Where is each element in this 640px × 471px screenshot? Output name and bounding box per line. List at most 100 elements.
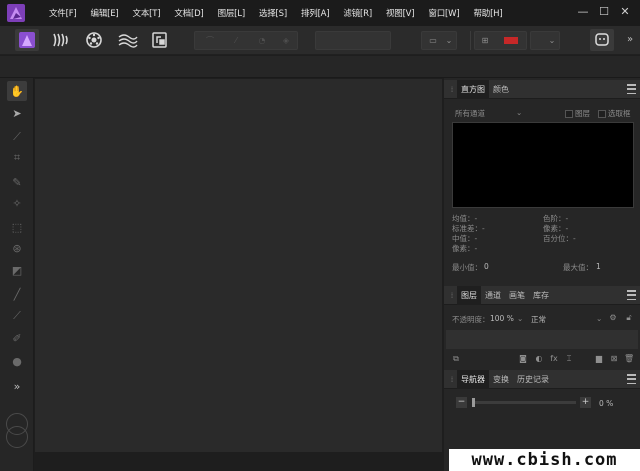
move-tool-icon[interactable]: ➤ <box>7 103 27 123</box>
menu-layer[interactable]: 图层[L] <box>211 7 252 19</box>
canvas-area[interactable] <box>35 79 442 452</box>
watermark-text: www.cbish.com <box>449 449 640 471</box>
flood-select-tool-icon[interactable]: ✧ <box>7 193 27 213</box>
live-filter-icon[interactable]: fx <box>549 354 559 364</box>
lock-icon[interactable]: 🔓︎ <box>624 313 634 323</box>
layer-list[interactable] <box>446 330 638 349</box>
tab-layers[interactable]: 图层 <box>457 285 481 305</box>
zoom-slider-handle[interactable] <box>472 398 475 407</box>
add-layer-icon[interactable]: ⊠ <box>609 354 619 364</box>
marquee-tool-icon[interactable]: ⬚ <box>7 217 27 237</box>
affinity-photo-logo-icon[interactable] <box>7 4 25 22</box>
dodge-brush-tool-icon[interactable]: ✐ <box>7 328 27 348</box>
tools-overflow-icon[interactable]: » <box>7 376 27 396</box>
arrange-layers-icon[interactable]: ⧉ <box>451 354 461 364</box>
toolbar-separator <box>470 31 471 50</box>
blend-mode-select[interactable]: 正常 <box>531 314 546 325</box>
clone-brush-tool-icon[interactable]: ● <box>7 351 27 371</box>
tab-histogram[interactable]: 直方图 <box>457 79 489 99</box>
navigator-panel-header: ⁞ 导航器 变换 历史记录 <box>444 369 640 389</box>
chevron-down-icon: ⌄ <box>445 36 453 45</box>
chevron-down-icon: ⌄ <box>548 36 556 45</box>
develop-persona-button[interactable] <box>82 29 106 51</box>
menu-window[interactable]: 窗口[W] <box>421 7 466 19</box>
adjustment-layer-icon[interactable]: ◐ <box>534 354 544 364</box>
tab-color[interactable]: 颜色 <box>489 80 513 99</box>
color-swatch-icon <box>504 37 518 44</box>
layer-checkbox[interactable] <box>565 110 573 118</box>
folder-icon[interactable]: ▆ <box>594 354 604 364</box>
opacity-value[interactable]: 100 % <box>490 314 514 323</box>
toolbar: ⌒ ⁄ ◔ ◈ ▭ ⌄ ⊞ ⌄ » <box>0 26 640 55</box>
gear-icon[interactable]: ⚙ <box>608 313 618 323</box>
menu-edit[interactable]: 编辑[E] <box>84 7 126 19</box>
grip-icon[interactable]: ⁞ <box>447 375 457 384</box>
grip-icon[interactable]: ⁞ <box>447 85 457 94</box>
menu-document[interactable]: 文档[D] <box>167 7 210 19</box>
tab-stock[interactable]: 库存 <box>529 286 553 305</box>
mask-layer-icon[interactable]: ◙ <box>518 354 528 364</box>
panel-menu-icon[interactable] <box>627 290 636 300</box>
assistant-button[interactable] <box>590 29 614 51</box>
zoom-out-button[interactable]: − <box>456 397 467 408</box>
secondary-color-swatch[interactable] <box>6 426 28 448</box>
menu-file[interactable]: 文件[F] <box>42 7 84 19</box>
selection-brush-tool-icon[interactable]: ✎ <box>7 172 27 192</box>
close-button[interactable]: ✕ <box>618 5 632 19</box>
chevron-down-icon[interactable]: ⌄ <box>517 314 523 323</box>
trash-icon[interactable]: 🗑︎ <box>624 354 634 364</box>
selection-checkbox[interactable] <box>598 110 606 118</box>
selection-checkbox-label: 选取框 <box>608 109 631 118</box>
toolbar-overflow-button[interactable]: » <box>627 34 633 45</box>
layer-checkbox-label: 图层 <box>575 109 590 118</box>
marquee-add-icon[interactable]: ⌒ <box>205 36 215 46</box>
tab-history[interactable]: 历史记录 <box>513 370 553 389</box>
maximize-button[interactable]: ☐ <box>597 5 611 19</box>
marquee-subtract-icon[interactable]: ⁄ <box>231 36 241 46</box>
zoom-in-button[interactable]: + <box>580 397 591 408</box>
view-options-group[interactable]: ⌄ <box>530 31 560 50</box>
tab-brushes[interactable]: 画笔 <box>505 286 529 305</box>
min-label: 最小值： <box>452 263 482 272</box>
channel-select[interactable]: 所有通道 <box>455 108 485 119</box>
max-label: 最大值： <box>563 263 593 272</box>
photo-persona-icon <box>19 32 35 48</box>
menu-text[interactable]: 文本[T] <box>126 7 168 19</box>
menu-help[interactable]: 帮助[H] <box>466 7 509 19</box>
tab-transform[interactable]: 变换 <box>489 370 513 389</box>
flood-fill-tool-icon[interactable]: ⊛ <box>7 238 27 258</box>
menu-view[interactable]: 视图[V] <box>379 7 421 19</box>
color-picker-tool-icon[interactable]: ⟋ <box>7 127 27 147</box>
tab-navigator[interactable]: 导航器 <box>457 369 489 389</box>
panel-menu-icon[interactable] <box>627 374 636 384</box>
assistant-group[interactable]: ⊞ <box>474 31 527 50</box>
grip-icon[interactable]: ⁞ <box>447 291 457 300</box>
snapping-group[interactable]: ▭ ⌄ <box>421 31 457 50</box>
min-value: 0 <box>484 262 489 271</box>
gradient-tool-icon[interactable]: ◩ <box>7 260 27 280</box>
panel-menu-icon[interactable] <box>627 84 636 94</box>
menu-select[interactable]: 选择[S] <box>252 7 294 19</box>
marquee-xor-icon[interactable]: ◈ <box>281 36 291 46</box>
tab-channels[interactable]: 通道 <box>481 286 505 305</box>
chevron-down-icon[interactable]: ⌄ <box>596 314 602 323</box>
tone-mapping-persona-button[interactable] <box>115 29 139 51</box>
assistant-icon <box>595 33 609 46</box>
minimize-button[interactable]: — <box>576 5 590 19</box>
marquee-intersect-icon[interactable]: ◔ <box>257 36 267 46</box>
erase-brush-tool-icon[interactable]: ⟋ <box>7 306 27 326</box>
pixel-layer-icon[interactable]: ⌶ <box>564 354 574 364</box>
paint-brush-tool-icon[interactable]: ╱ <box>7 284 27 304</box>
tools-panel: ✋ ➤ ⟋ ⌗ ✎ ✧ ⬚ ⊛ ◩ ╱ ⟋ ✐ ● » <box>0 78 34 471</box>
menu-arrange[interactable]: 排列[A] <box>294 7 336 19</box>
menu-filters[interactable]: 滤镜[R] <box>336 7 379 19</box>
liquify-persona-button[interactable] <box>48 29 72 51</box>
photo-persona-button[interactable] <box>15 29 39 51</box>
opacity-label: 不透明度： <box>452 315 490 324</box>
view-tool-hand-icon[interactable]: ✋ <box>7 81 27 101</box>
chevron-down-icon[interactable]: ⌄ <box>516 108 522 117</box>
zoom-slider[interactable] <box>472 398 576 407</box>
crop-tool-icon[interactable]: ⌗ <box>7 148 27 168</box>
export-persona-button[interactable] <box>148 29 172 51</box>
histogram-graph <box>452 122 634 208</box>
